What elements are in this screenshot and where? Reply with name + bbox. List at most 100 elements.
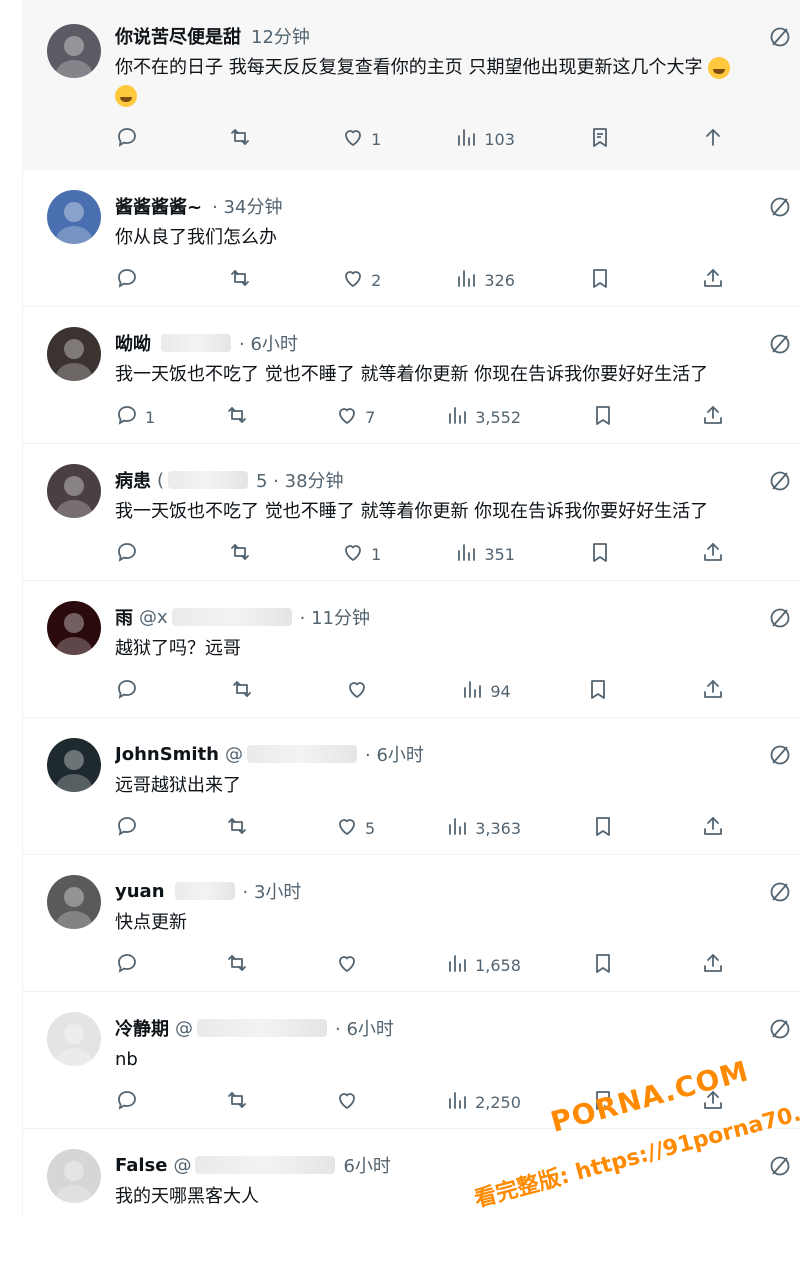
retweet-button[interactable] <box>225 814 265 842</box>
grok-slash-icon[interactable] <box>767 24 793 50</box>
reply-item[interactable]: yuan · 3小时 快点更新 1,658 <box>23 855 800 992</box>
bookmark-button[interactable] <box>588 266 628 294</box>
timestamp[interactable]: 6小时 <box>343 1152 390 1178</box>
reply-button[interactable] <box>115 677 155 705</box>
timestamp[interactable]: · 6小时 <box>239 330 298 356</box>
timestamp[interactable]: 5 · 38分钟 <box>256 467 344 493</box>
display-name[interactable]: JohnSmith <box>115 744 219 765</box>
reply-button[interactable] <box>115 540 155 568</box>
views-button[interactable]: 2,250 <box>445 1088 521 1116</box>
grok-slash-icon[interactable] <box>767 1153 793 1179</box>
views-button[interactable]: 1,658 <box>445 951 521 979</box>
like-button[interactable]: 5 <box>335 814 375 842</box>
timestamp[interactable]: · 6小时 <box>335 1015 394 1041</box>
avatar[interactable] <box>47 875 101 929</box>
avatar[interactable] <box>47 464 101 518</box>
reply-item[interactable]: 雨 @x · 11分钟 越狱了吗？远哥 94 <box>23 581 800 718</box>
bookmark-list-button[interactable] <box>588 125 628 153</box>
share-button[interactable] <box>701 814 741 842</box>
avatar[interactable] <box>47 1149 101 1203</box>
share-button[interactable] <box>701 266 741 294</box>
scroll-up-button[interactable] <box>701 125 741 153</box>
reply-item[interactable]: 酱酱酱酱~ · 34分钟 你从良了我们怎么办 2 326 <box>23 170 800 307</box>
avatar[interactable] <box>47 327 101 381</box>
retweet-button[interactable] <box>225 1088 265 1116</box>
bookmark-button[interactable] <box>591 951 631 979</box>
reply-button[interactable] <box>115 1088 155 1116</box>
like-button[interactable] <box>335 1088 375 1116</box>
timestamp[interactable]: · 3小时 <box>243 878 302 904</box>
grok-slash-icon[interactable] <box>767 1016 793 1042</box>
reply-item[interactable]: 你说苦尽便是甜 12分钟 你不在的日子 我每天反反复复查看你的主页 只期望他出现… <box>23 0 800 170</box>
reply-button[interactable] <box>115 814 155 842</box>
reply-item[interactable]: False @ 6小时 我的天哪黑客大人 <box>23 1129 800 1266</box>
reply-item[interactable]: JohnSmith @ · 6小时 远哥越狱出来了 5 3,363 <box>23 718 800 855</box>
display-name[interactable]: 呦呦 <box>115 330 151 356</box>
reply-item[interactable]: 病患 ( 5 · 38分钟 我一天饭也不吃了 觉也不睡了 就等着你更新 你现在告… <box>23 444 800 581</box>
like-button[interactable]: 7 <box>335 403 375 431</box>
share-button[interactable] <box>701 677 741 705</box>
reply-button[interactable]: 1 <box>115 403 155 431</box>
like-button[interactable]: 1 <box>341 540 381 568</box>
views-button[interactable]: 326 <box>454 266 515 294</box>
timestamp[interactable]: · 6小时 <box>365 741 424 767</box>
reply-item[interactable]: 冷静期 @ · 6小时 nb 2,250 <box>23 992 800 1129</box>
avatar[interactable] <box>47 738 101 792</box>
user-handle[interactable]: @ <box>175 1018 193 1039</box>
grok-slash-icon[interactable] <box>767 468 793 494</box>
share-button[interactable] <box>701 540 741 568</box>
reply-button[interactable] <box>115 951 155 979</box>
reply-button[interactable] <box>115 266 155 294</box>
avatar[interactable] <box>47 1012 101 1066</box>
grok-slash-icon[interactable] <box>767 605 793 631</box>
share-button[interactable] <box>701 403 741 431</box>
views-button[interactable]: 351 <box>454 540 515 568</box>
like-button[interactable] <box>335 951 375 979</box>
retweet-button[interactable] <box>225 951 265 979</box>
display-name[interactable]: yuan <box>115 881 165 902</box>
like-button[interactable]: 2 <box>341 266 381 294</box>
avatar[interactable] <box>47 601 101 655</box>
retweet-button[interactable] <box>228 125 268 153</box>
user-handle[interactable]: @ <box>173 1155 191 1176</box>
avatar[interactable] <box>47 24 101 78</box>
reply-item[interactable]: 呦呦 · 6小时 我一天饭也不吃了 觉也不睡了 就等着你更新 你现在告诉我你要好… <box>23 307 800 444</box>
grok-slash-icon[interactable] <box>767 194 793 220</box>
user-handle[interactable]: @x <box>139 607 168 628</box>
retweet-button[interactable] <box>225 403 265 431</box>
share-button[interactable] <box>701 1088 741 1116</box>
grok-slash-icon[interactable] <box>767 879 793 905</box>
share-button[interactable] <box>701 951 741 979</box>
like-button[interactable]: 1 <box>341 125 381 153</box>
retweet-button[interactable] <box>228 540 268 568</box>
views-button[interactable]: 103 <box>454 125 515 153</box>
avatar[interactable] <box>47 190 101 244</box>
bookmark-button[interactable] <box>591 1088 631 1116</box>
user-handle[interactable]: @ <box>225 744 243 765</box>
timestamp[interactable]: · 34分钟 <box>212 193 282 219</box>
like-count: 7 <box>365 407 376 427</box>
like-button[interactable] <box>345 677 385 705</box>
display-name[interactable]: 雨 <box>115 604 133 630</box>
user-handle[interactable]: ( <box>157 470 164 491</box>
retweet-button[interactable] <box>230 677 270 705</box>
bookmark-button[interactable] <box>588 540 628 568</box>
views-button[interactable]: 3,363 <box>445 814 521 842</box>
retweet-button[interactable] <box>228 266 268 294</box>
bookmark-button[interactable] <box>586 677 626 705</box>
views-button[interactable]: 94 <box>460 677 511 705</box>
grok-slash-icon[interactable] <box>767 331 793 357</box>
timestamp[interactable]: · 11分钟 <box>300 604 370 630</box>
share-icon <box>701 403 731 431</box>
grok-slash-icon[interactable] <box>767 742 793 768</box>
display-name[interactable]: 你说苦尽便是甜 <box>115 23 241 49</box>
timestamp[interactable]: 12分钟 <box>251 23 310 49</box>
bookmark-button[interactable] <box>591 814 631 842</box>
reply-button[interactable] <box>115 125 155 153</box>
bookmark-button[interactable] <box>591 403 631 431</box>
display-name[interactable]: 酱酱酱酱~ <box>115 193 202 219</box>
display-name[interactable]: False <box>115 1155 167 1176</box>
views-button[interactable]: 3,552 <box>445 403 521 431</box>
display-name[interactable]: 冷静期 <box>115 1015 169 1041</box>
display-name[interactable]: 病患 <box>115 467 151 493</box>
